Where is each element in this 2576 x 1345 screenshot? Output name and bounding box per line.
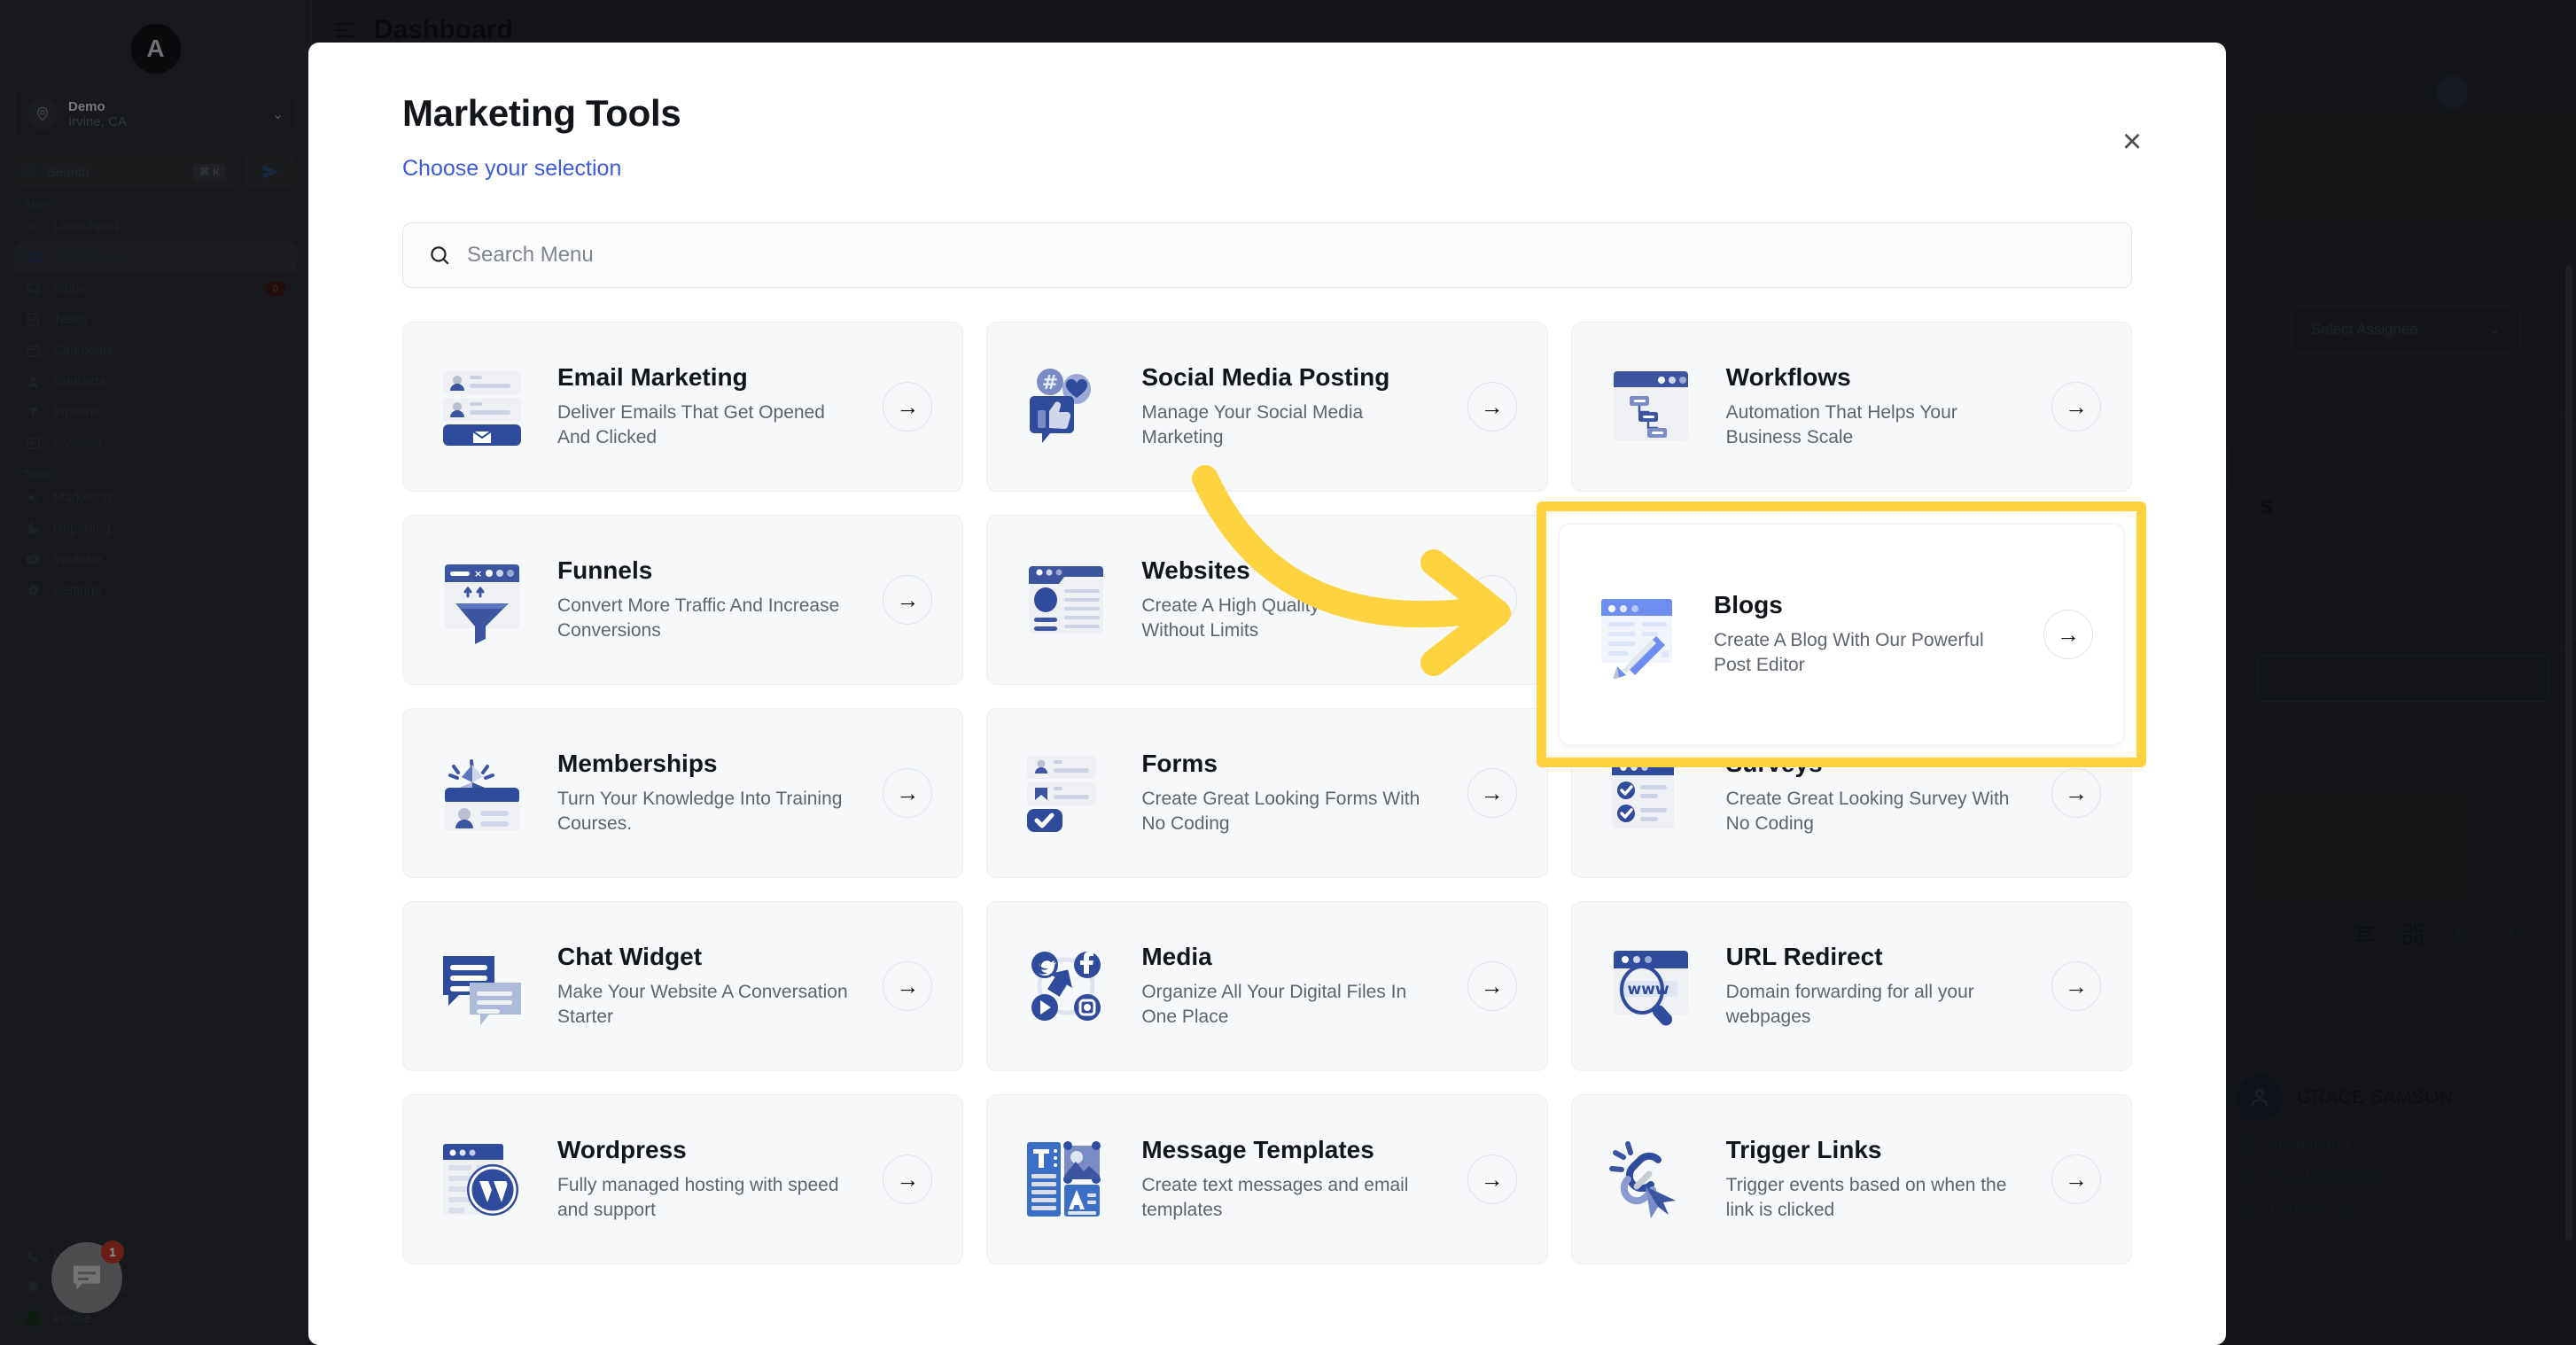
tool-card-chat-widget[interactable]: Chat Widget Make Your Website A Conversa… [402, 901, 964, 1071]
arrow-right-icon[interactable]: → [2051, 961, 2101, 1011]
tool-card-funnels[interactable]: × Funnels Convert More Traffic And Incre… [402, 515, 964, 685]
tool-card-title: Message Templates [1141, 1136, 1374, 1164]
tool-card-workflows[interactable]: Workflows Automation That Helps Your Bus… [1570, 322, 2132, 492]
blogs-card-highlight: Blogs Create A Blog With Our Powerful Po… [1537, 501, 2146, 767]
tool-card-text: Trigger Links Trigger events based on wh… [1726, 1136, 2028, 1222]
tool-card-title: Media [1141, 943, 1212, 971]
tool-card-text: Message Templates Create text messages a… [1141, 1136, 1444, 1222]
websites-icon [1014, 548, 1118, 652]
tool-card-title: Blogs [1714, 591, 1783, 619]
tool-card-text: Workflows Automation That Helps Your Bus… [1726, 363, 2028, 449]
tool-card-desc: Make Your Website A Conversation Starter [557, 982, 848, 1027]
tool-card-message-templates[interactable]: Message Templates Create text messages a… [986, 1094, 1548, 1264]
tool-card-title: Social Media Posting [1141, 363, 1390, 392]
tool-card-desc: Domain forwarding for all your webpages [1725, 982, 1974, 1027]
tool-card-desc: Create Great Looking Forms With No Codin… [1141, 789, 1420, 834]
tool-card-desc: Deliver Emails That Get Opened And Click… [557, 402, 825, 447]
tool-card-text: Websites Create A High Quality Website W… [1141, 556, 1444, 642]
tool-card-text: Memberships Turn Your Knowledge Into Tra… [557, 750, 860, 836]
message-templates-icon [1014, 1127, 1118, 1232]
search-menu-placeholder: Search Menu [467, 243, 594, 267]
arrow-right-icon[interactable]: → [1467, 768, 1517, 818]
memberships-icon [430, 741, 534, 845]
social-media-icon: # [1014, 354, 1118, 459]
tool-card-text: Email Marketing Deliver Emails That Get … [557, 363, 860, 449]
chat-widget-icon [430, 934, 534, 1038]
arrow-right-icon[interactable]: → [2051, 382, 2101, 431]
tool-card-blogs[interactable]: Blogs Create A Blog With Our Powerful Po… [1559, 524, 2124, 745]
tool-card-social-media-posting[interactable]: # Social Media Posting Manage Your Socia… [986, 322, 1548, 492]
tool-card-text: Forms Create Great Looking Forms With No… [1141, 750, 1444, 836]
workflows-icon [1599, 354, 1703, 459]
tool-card-wordpress[interactable]: Wordpress Fully managed hosting with spe… [402, 1094, 964, 1264]
tool-card-title: Memberships [557, 750, 718, 778]
tool-card-email-marketing[interactable]: Email Marketing Deliver Emails That Get … [402, 322, 964, 492]
tool-card-desc: Turn Your Knowledge Into Training Course… [557, 789, 843, 834]
tool-card-desc: Create text messages and email templates [1141, 1175, 1409, 1220]
tool-card-desc: Create A High Quality Website Without Li… [1141, 595, 1392, 641]
tool-card-websites[interactable]: Websites Create A High Quality Website W… [986, 515, 1548, 685]
url-redirect-icon: www [1599, 934, 1703, 1038]
tool-card-title: Forms [1141, 750, 1218, 778]
tool-card-url-redirect[interactable]: www URL Redirect Domain forwarding for a… [1570, 901, 2132, 1071]
arrow-right-icon[interactable]: → [2043, 610, 2093, 659]
svg-text:×: × [474, 568, 482, 579]
search-icon [431, 246, 449, 265]
tool-card-text: Social Media Posting Manage Your Social … [1141, 363, 1444, 449]
arrow-right-icon[interactable]: → [1467, 1155, 1517, 1204]
arrow-right-icon[interactable]: → [1467, 382, 1517, 431]
modal-subtitle: Choose your selection [402, 156, 622, 181]
tool-card-forms[interactable]: Forms Create Great Looking Forms With No… [986, 708, 1548, 878]
tool-card-desc: Automation That Helps Your Business Scal… [1725, 402, 1957, 447]
tool-card-desc: Trigger events based on when the link is… [1725, 1175, 2007, 1220]
tool-card-title: Workflows [1725, 363, 1851, 392]
arrow-right-icon[interactable]: → [883, 1155, 933, 1204]
tool-card-text: Blogs Create A Blog With Our Powerful Po… [1714, 591, 2020, 677]
svg-text:#: # [1042, 372, 1058, 394]
tools-grid: Email Marketing Deliver Emails That Get … [402, 322, 2132, 1264]
tool-card-text: URL Redirect Domain forwarding for all y… [1726, 943, 2028, 1029]
blogs-icon [1586, 582, 1691, 687]
tool-card-text: Wordpress Fully managed hosting with spe… [557, 1136, 860, 1222]
wordpress-icon [430, 1127, 534, 1232]
trigger-links-icon [1599, 1127, 1703, 1232]
tool-card-desc: Manage Your Social Media Marketing [1141, 402, 1364, 447]
tool-card-desc: Create A Blog With Our Powerful Post Edi… [1714, 630, 1984, 675]
tool-card-desc: Convert More Traffic And Increase Conver… [557, 595, 840, 641]
tool-card-text: Chat Widget Make Your Website A Conversa… [557, 943, 860, 1029]
arrow-right-icon[interactable]: → [1467, 961, 1517, 1011]
tool-card-desc: Fully managed hosting with speed and sup… [557, 1175, 839, 1220]
tool-card-title: URL Redirect [1725, 943, 1883, 971]
arrow-right-icon[interactable]: → [883, 575, 933, 625]
arrow-right-icon[interactable]: → [883, 961, 933, 1011]
tool-card-media[interactable]: Media Organize All Your Digital Files In… [986, 901, 1548, 1071]
tool-card-title: Trigger Links [1725, 1136, 1882, 1164]
media-icon [1014, 934, 1118, 1038]
tool-card-title: Funnels [557, 556, 653, 585]
tool-card-trigger-links[interactable]: Trigger Links Trigger events based on wh… [1570, 1094, 2132, 1264]
tool-card-desc: Organize All Your Digital Files In One P… [1141, 982, 1407, 1027]
tool-card-text: Funnels Convert More Traffic And Increas… [557, 556, 860, 642]
tool-card-title: Wordpress [557, 1136, 687, 1164]
tool-card-title: Websites [1141, 556, 1250, 585]
tool-card-title: Chat Widget [557, 943, 703, 971]
tool-card-desc: Create Great Looking Survey With No Codi… [1725, 789, 2010, 834]
tool-card-text: Media Organize All Your Digital Files In… [1141, 943, 1444, 1029]
funnels-icon: × [430, 548, 534, 652]
close-icon[interactable]: × [2113, 124, 2152, 163]
arrow-right-icon[interactable]: → [2051, 1155, 2101, 1204]
modal-title: Marketing Tools [402, 92, 681, 134]
arrow-right-icon[interactable]: → [883, 768, 933, 818]
tool-card-memberships[interactable]: Memberships Turn Your Knowledge Into Tra… [402, 708, 964, 878]
arrow-right-icon[interactable]: → [883, 382, 933, 431]
forms-icon [1014, 741, 1118, 845]
arrow-right-icon[interactable]: → [1467, 575, 1517, 625]
search-menu-input[interactable]: Search Menu [402, 222, 2132, 288]
arrow-right-icon[interactable]: → [2051, 768, 2101, 818]
email-marketing-icon [430, 354, 534, 459]
tool-card-title: Email Marketing [557, 363, 748, 392]
